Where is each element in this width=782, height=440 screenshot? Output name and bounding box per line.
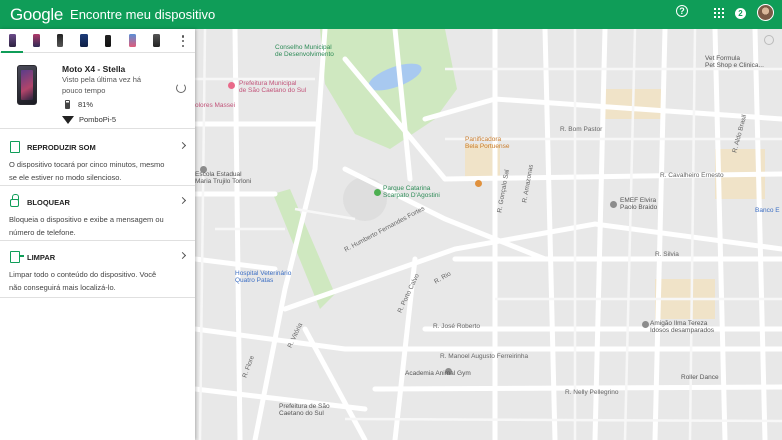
- map-label: Roller Dance: [681, 374, 719, 381]
- street-label: R. Manoel Augusto Ferreirinha: [440, 353, 529, 360]
- device-thumbnail-1[interactable]: [0, 29, 24, 53]
- street-label: R. Bom Pastor: [560, 126, 603, 133]
- device-image: [17, 65, 37, 105]
- map-label: Banco E: [755, 207, 780, 214]
- account-avatar[interactable]: [757, 4, 774, 21]
- lock-title: BLOQUEAR: [27, 198, 70, 207]
- lock-action[interactable]: BLOQUEAR Bloqueia o dispositivo e exibe …: [0, 186, 195, 241]
- erase-description: Limpar todo o conteúdo do dispositivo. V…: [9, 270, 157, 292]
- map-label: de São Caetano do Sul: [239, 87, 307, 94]
- device-selector-strip: [0, 29, 195, 53]
- network-name: PomboPi-5: [79, 115, 117, 124]
- street-label: R. Nelly Pellegrino: [565, 389, 619, 396]
- street-label: R. José Roberto: [433, 323, 480, 330]
- battery-icon: [65, 100, 70, 109]
- play-sound-title: REPRODUZIR SOM: [27, 143, 96, 152]
- bakery-pin-icon[interactable]: [475, 180, 482, 187]
- phone-icon: [57, 34, 63, 47]
- device-thumbnail-2[interactable]: [24, 29, 48, 53]
- erase-action[interactable]: LIMPAR Limpar todo o conteúdo do disposi…: [0, 241, 195, 298]
- refresh-icon[interactable]: [176, 83, 186, 93]
- device-panel: Moto X4 - Stella Visto pela última vez h…: [0, 29, 195, 440]
- my-location-button[interactable]: [764, 35, 774, 45]
- more-vert-icon[interactable]: [181, 35, 185, 47]
- device-thumbnail-6[interactable]: [120, 29, 144, 53]
- battery-status: 81%: [62, 100, 93, 109]
- map-label: Idosos desamparados: [650, 327, 714, 334]
- map-label: Paolo Braido: [620, 204, 658, 211]
- top-app-bar: Google Encontre meu dispositivo ? 2: [0, 0, 782, 29]
- map-label: Quatro Patas: [235, 277, 274, 284]
- help-icon[interactable]: ?: [676, 5, 688, 17]
- play-sound-description: O dispositivo tocará por cinco minutos, …: [9, 160, 165, 182]
- play-sound-action[interactable]: REPRODUZIR SOM O dispositivo tocará por …: [0, 131, 195, 186]
- device-thumbnail-3[interactable]: [48, 29, 72, 53]
- map-label: Maria Trujilo Torloni: [195, 178, 252, 185]
- map-label: Scarpato D'Agostini: [383, 192, 440, 199]
- street-label: R. Silvia: [655, 251, 679, 258]
- device-thumbnail-7[interactable]: [144, 29, 168, 53]
- park-pin-icon[interactable]: [374, 189, 381, 196]
- lock-description: Bloqueia o dispositivo e exibe a mensage…: [9, 215, 164, 237]
- map-label: Pet Shop e Clinica...: [705, 62, 764, 69]
- erase-title: LIMPAR: [27, 253, 56, 262]
- phone-icon: [80, 34, 88, 47]
- network-status: PomboPi-5: [62, 115, 116, 124]
- ringing-phone-icon: [10, 141, 20, 153]
- phone-icon: [152, 34, 160, 47]
- care-home-pin-icon[interactable]: [642, 321, 649, 328]
- last-seen-text: Visto pela última vez há pouco tempo: [62, 75, 142, 95]
- map-label: olores Massei: [195, 102, 236, 109]
- erase-device-icon: [10, 251, 24, 263]
- school-pin-icon[interactable]: [610, 201, 617, 208]
- phone-icon: [105, 34, 111, 47]
- chevron-right-icon: [178, 251, 187, 260]
- apps-grid-icon[interactable]: [714, 8, 724, 18]
- google-logo[interactable]: Google: [10, 5, 63, 25]
- street-label: R. Cavalheiro Ernesto: [660, 172, 724, 179]
- phone-icon: [8, 34, 16, 47]
- app-title: Encontre meu dispositivo: [70, 7, 216, 22]
- notifications-badge[interactable]: 2: [735, 8, 746, 19]
- wifi-icon: [62, 115, 74, 124]
- map-label: de Desenvolvimento: [275, 51, 334, 58]
- lock-icon: [10, 194, 19, 207]
- phone-icon: [32, 34, 40, 47]
- map-label: Academia Animal Gym: [405, 370, 471, 377]
- map-label: Bela Portuense: [465, 143, 510, 150]
- device-name: Moto X4 - Stella: [62, 64, 126, 74]
- device-thumbnail-5[interactable]: [96, 29, 120, 53]
- device-thumbnail-4[interactable]: [72, 29, 96, 53]
- chevron-right-icon: [178, 141, 187, 150]
- city-hall-pin-icon[interactable]: [228, 82, 235, 89]
- map-label: Caetano do Sul: [279, 410, 324, 417]
- phone-icon: [128, 34, 136, 47]
- battery-level: 81%: [78, 100, 94, 109]
- map-view[interactable]: Conselho Municipal de Desenvolvimento Pr…: [195, 29, 782, 440]
- chevron-right-icon: [178, 196, 187, 205]
